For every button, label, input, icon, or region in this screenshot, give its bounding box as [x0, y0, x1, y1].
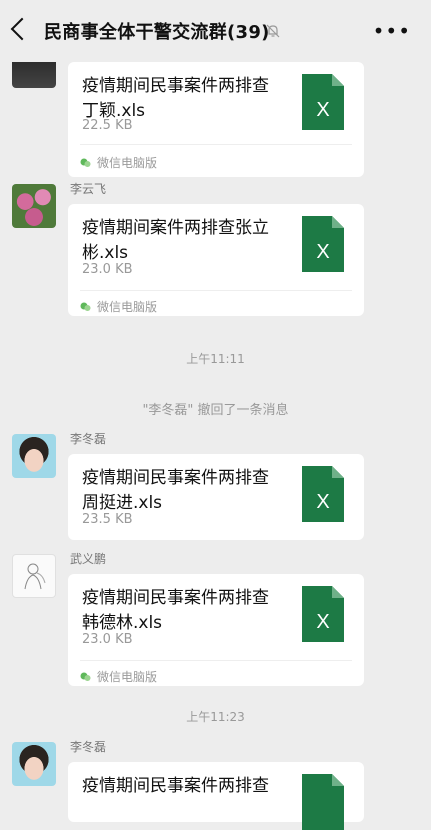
source-text: 微信电脑版: [97, 156, 158, 170]
bell-off-icon: [266, 24, 280, 38]
source-label: 微信电脑版: [80, 668, 157, 685]
file-name: 疫情期间案件两排查张立彬.xls: [82, 218, 269, 263]
wechat-pc-icon: [80, 672, 91, 681]
file-size: 23.0 KB: [82, 262, 133, 277]
chat-title: 民商事全体干警交流群(39): [44, 22, 270, 43]
sender-name: 李云飞: [70, 182, 107, 196]
file-card[interactable]: 疫情期间民事案件两排查丁颖.xls 22.5 KB X 微信电脑版: [68, 62, 364, 177]
source-label: 微信电脑版: [80, 154, 157, 171]
avatar[interactable]: [12, 58, 56, 88]
source-text: 微信电脑版: [97, 300, 158, 314]
file-card[interactable]: 疫情期间民事案件两排查周挺进.xls 23.5 KB X: [68, 454, 364, 540]
svg-text:X: X: [316, 241, 329, 263]
sender-name: 李冬磊: [70, 740, 107, 754]
excel-file-icon: [302, 774, 344, 830]
recall-notice: "李冬磊" 撤回了一条消息: [142, 403, 289, 418]
file-size: 22.5 KB: [82, 118, 133, 133]
sender-name: 李冬磊: [70, 432, 107, 446]
divider: [80, 144, 352, 145]
file-size: 23.5 KB: [82, 512, 133, 527]
timestamp: 上午11:23: [186, 710, 245, 724]
file-card[interactable]: 疫情期间民事案件两排查: [68, 762, 364, 830]
chat-header: 民商事全体干警交流群(39) •••: [0, 0, 431, 62]
file-card[interactable]: 疫情期间民事案件两排查韩德林.xls 23.0 KB X 微信电脑版: [68, 574, 364, 686]
file-name: 疫情期间民事案件两排查韩德林.xls: [82, 588, 269, 633]
file-name: 疫情期间民事案件两排查周挺进.xls: [82, 468, 269, 513]
wechat-pc-icon: [80, 302, 91, 311]
excel-file-icon: X: [302, 466, 344, 522]
source-label: 微信电脑版: [80, 298, 157, 315]
wechat-pc-icon: [80, 158, 91, 167]
avatar[interactable]: [12, 184, 56, 228]
excel-file-icon: X: [302, 216, 344, 272]
avatar[interactable]: [12, 742, 56, 786]
more-options-icon[interactable]: •••: [373, 21, 411, 41]
chevron-left-icon[interactable]: [10, 17, 34, 41]
file-card[interactable]: 疫情期间案件两排查张立彬.xls 23.0 KB X 微信电脑版: [68, 204, 364, 316]
excel-file-icon: X: [302, 586, 344, 642]
svg-text:X: X: [316, 99, 329, 121]
source-text: 微信电脑版: [97, 670, 158, 684]
divider: [80, 290, 352, 291]
file-size: 23.0 KB: [82, 632, 133, 647]
sketch-avatar-icon: [24, 563, 46, 590]
svg-text:X: X: [316, 611, 329, 633]
avatar[interactable]: [12, 434, 56, 478]
svg-text:X: X: [316, 491, 329, 513]
divider: [80, 660, 352, 661]
excel-file-icon: X: [302, 74, 344, 130]
timestamp: 上午11:11: [186, 352, 245, 366]
sender-name: 武义鹏: [70, 552, 107, 566]
file-name: 疫情期间民事案件两排查: [82, 776, 269, 796]
avatar[interactable]: [12, 554, 56, 598]
file-name: 疫情期间民事案件两排查丁颖.xls: [82, 76, 269, 121]
